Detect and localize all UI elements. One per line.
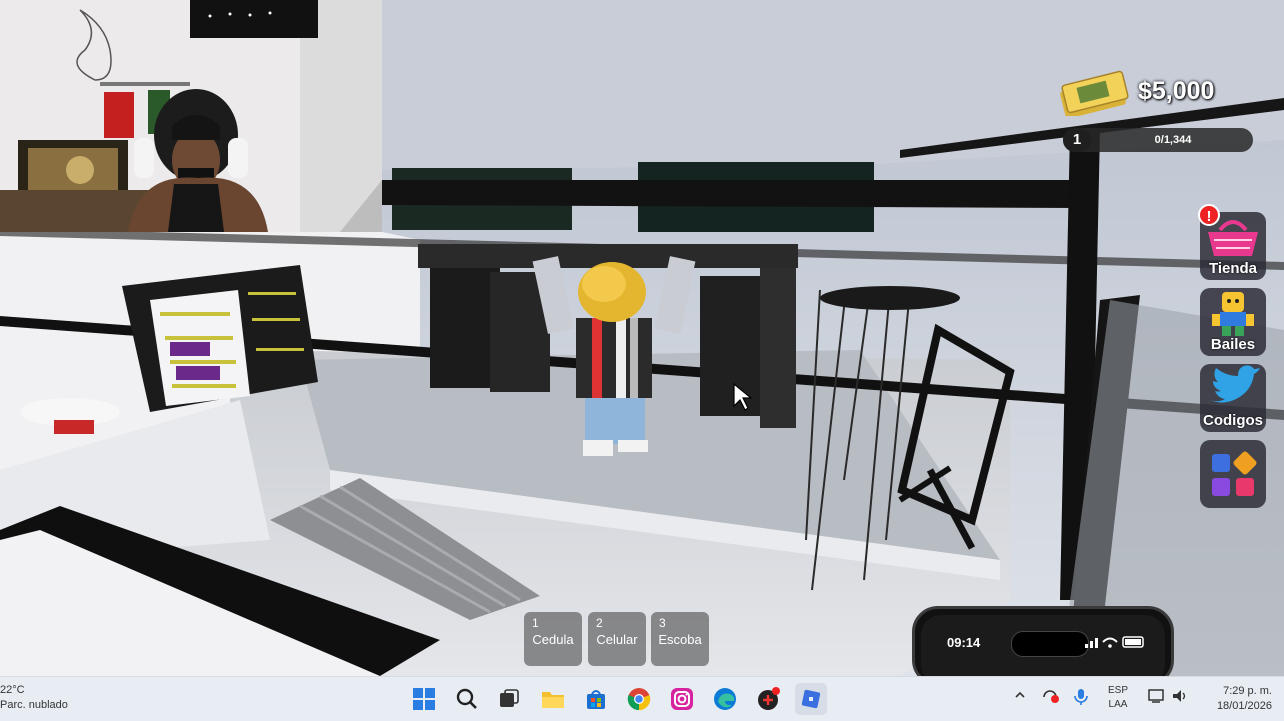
hotbar-slot-3[interactable]: 3 Escoba [651,612,709,666]
cash-stack-icon [1056,66,1132,119]
show-hidden-icons-chevron-icon[interactable] [1014,689,1026,704]
search-icon[interactable] [451,683,483,715]
hotbar-slot-2[interactable]: 2 Celular [588,612,646,666]
display-icon[interactable] [1148,689,1166,706]
clock-date: 18/01/2026 [1216,700,1272,712]
hotbar-slot-1[interactable]: 1 Cedula [524,612,582,666]
network-warning-icon[interactable] [1042,689,1060,706]
codes-button[interactable]: Codigos [1200,364,1266,432]
level-number: 1 [1063,128,1091,152]
codes-label: Codigos [1203,412,1263,429]
taskbar-clock[interactable]: 7:29 p. m. 18/01/2026 [1200,684,1272,714]
shop-alert-badge: ! [1198,204,1220,226]
hotbar-slot-number: 1 [532,616,539,630]
weather-widget[interactable]: 22°C Parc. nublado [0,683,68,713]
dances-label: Bailes [1210,336,1256,353]
task-view-icon[interactable] [493,683,525,715]
windows-taskbar: 22°C Parc. nublado ESP LAA 7:29 p. m. 18… [0,676,1284,721]
phone-screen[interactable]: 09:14 [921,615,1165,685]
in-game-phone[interactable]: 09:14 [912,606,1174,686]
windows-start-icon[interactable] [408,683,440,715]
lang-layout: LAA [1108,699,1128,710]
hotbar-slot-number: 3 [659,616,666,630]
hotbar-slot-number: 2 [596,616,603,630]
store-icon[interactable] [580,683,612,715]
shop-label: Tienda [1208,260,1258,277]
hotbar-slot-name: Escoba [658,632,702,647]
phone-dynamic-island [1011,631,1089,657]
game-app-icon[interactable] [752,683,784,715]
lang-code: ESP [1108,685,1129,696]
level-progress-bar: 1 0/1,344 [1063,128,1253,152]
money-amount: $5,000 [1138,76,1215,105]
microphone-icon[interactable] [1074,689,1088,708]
hotbar-slot-name: Cedula [532,632,574,647]
roblox-icon[interactable] [795,683,827,715]
volume-icon[interactable] [1172,689,1190,706]
edge-icon[interactable] [709,683,741,715]
hotbar-slot-name: Celular [596,632,638,647]
webcam-overlay [0,0,382,232]
file-explorer-icon[interactable] [537,683,569,715]
phone-status-icons [1085,635,1147,652]
weather-temperature: 22°C [0,684,25,696]
xp-progress-text: 0/1,344 [1154,134,1192,146]
bird-icon [1210,365,1260,403]
weather-description: Parc. nublado [0,699,68,711]
input-language-indicator[interactable]: ESP LAA [1108,684,1128,712]
chrome-icon[interactable] [623,683,655,715]
phone-time: 09:14 [947,635,981,650]
more-apps-button[interactable] [1200,440,1266,508]
signal-wifi-battery-icon [1085,636,1144,648]
money-display: $5,000 [1056,66,1215,119]
instagram-icon[interactable] [666,683,698,715]
app-grid-icon [1212,451,1257,496]
dances-button[interactable]: Bailes [1200,288,1266,356]
dancing-character-icon [1212,292,1254,336]
clock-time: 7:29 p. m. [1223,685,1272,697]
